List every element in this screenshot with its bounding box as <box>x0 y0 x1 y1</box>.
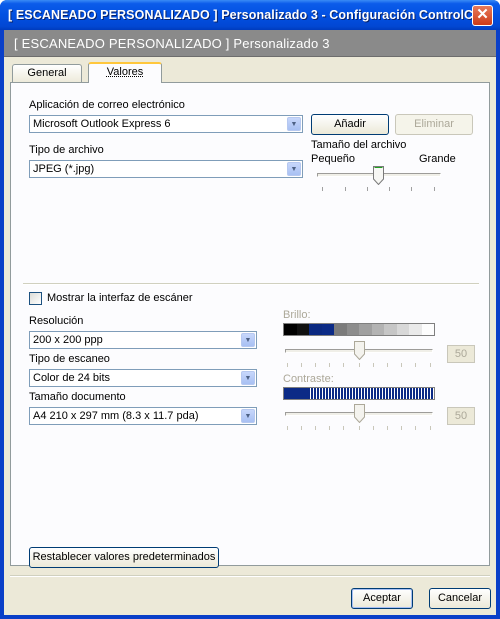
file-size-ticks <box>317 187 441 191</box>
contrast-slider-thumb[interactable] <box>354 404 365 423</box>
tab-panel-valores: Aplicación de correo electrónico Microso… <box>10 82 490 568</box>
tab-general[interactable]: General <box>12 64 82 83</box>
brightness-slider-thumb[interactable] <box>354 341 365 360</box>
doc-size-label: Tamaño documento <box>29 391 126 403</box>
resolution-value: 200 x 200 ppp <box>33 334 103 346</box>
contrast-ticks <box>285 426 433 430</box>
dialog-client: [ ESCANEADO PERSONALIZADO ] Personalizad… <box>4 30 496 615</box>
file-size-slider-thumb[interactable] <box>373 166 384 185</box>
file-type-label: Tipo de archivo <box>29 144 104 156</box>
email-app-label: Aplicación de correo electrónico <box>29 99 185 111</box>
show-scanner-ui-label: Mostrar la interfaz de escáner <box>47 292 193 304</box>
scan-type-value: Color de 24 bits <box>33 372 111 384</box>
file-size-label: Tamaño del archivo <box>311 139 407 151</box>
dialog-window: [ ESCANEADO PERSONALIZADO ] Personalizad… <box>0 0 500 619</box>
chevron-down-icon[interactable]: ▼ <box>287 162 301 176</box>
chevron-down-icon[interactable]: ▼ <box>241 409 255 423</box>
separator <box>23 283 479 285</box>
close-icon: ✕ <box>476 6 489 23</box>
contrast-value-field[interactable]: 50 <box>447 407 475 425</box>
email-app-select[interactable]: Microsoft Outlook Express 6 ▼ <box>29 115 303 133</box>
file-type-value: JPEG (*.jpg) <box>33 163 95 175</box>
scan-type-label: Tipo de escaneo <box>29 353 110 365</box>
close-button[interactable]: ✕ <box>472 5 493 26</box>
tab-label: Valores <box>106 66 144 78</box>
reset-defaults-button[interactable]: Restablecer valores predeterminados <box>29 547 219 568</box>
tab-valores[interactable]: Valores <box>88 62 162 83</box>
resolution-select[interactable]: 200 x 200 ppp ▼ <box>29 331 257 349</box>
window-title: [ ESCANEADO PERSONALIZADO ] Personalizad… <box>8 8 484 22</box>
doc-size-select[interactable]: A4 210 x 297 mm (8.3 x 11.7 pda) ▼ <box>29 407 257 425</box>
scan-type-select[interactable]: Color de 24 bits ▼ <box>29 369 257 387</box>
brightness-value-field[interactable]: 50 <box>447 345 475 363</box>
cancel-button[interactable]: Cancelar <box>429 588 491 609</box>
footer-separator <box>10 575 490 577</box>
brightness-gradient <box>283 323 435 336</box>
contrast-label: Contraste: <box>283 373 334 385</box>
add-button[interactable]: Añadir <box>311 114 389 135</box>
brightness-label: Brillo: <box>283 309 311 321</box>
resolution-label: Resolución <box>29 315 84 327</box>
chevron-down-icon[interactable]: ▼ <box>241 333 255 347</box>
file-size-max-label: Grande <box>419 153 456 165</box>
title-bar[interactable]: [ ESCANEADO PERSONALIZADO ] Personalizad… <box>0 0 500 30</box>
email-app-value: Microsoft Outlook Express 6 <box>33 118 171 130</box>
file-type-select[interactable]: JPEG (*.jpg) ▼ <box>29 160 303 178</box>
doc-size-value: A4 210 x 297 mm (8.3 x 11.7 pda) <box>33 410 199 422</box>
banner-title: [ ESCANEADO PERSONALIZADO ] Personalizad… <box>14 36 330 51</box>
header-banner: [ ESCANEADO PERSONALIZADO ] Personalizad… <box>4 30 496 57</box>
file-size-min-label: Pequeño <box>311 153 356 165</box>
contrast-gradient <box>283 387 435 400</box>
chevron-down-icon[interactable]: ▼ <box>287 117 301 131</box>
chevron-down-icon[interactable]: ▼ <box>241 371 255 385</box>
remove-button[interactable]: Eliminar <box>395 114 473 135</box>
tab-label: General <box>27 67 67 79</box>
brightness-ticks <box>285 363 433 367</box>
show-scanner-ui-checkbox[interactable] <box>29 292 42 305</box>
ok-button[interactable]: Aceptar <box>351 588 413 609</box>
